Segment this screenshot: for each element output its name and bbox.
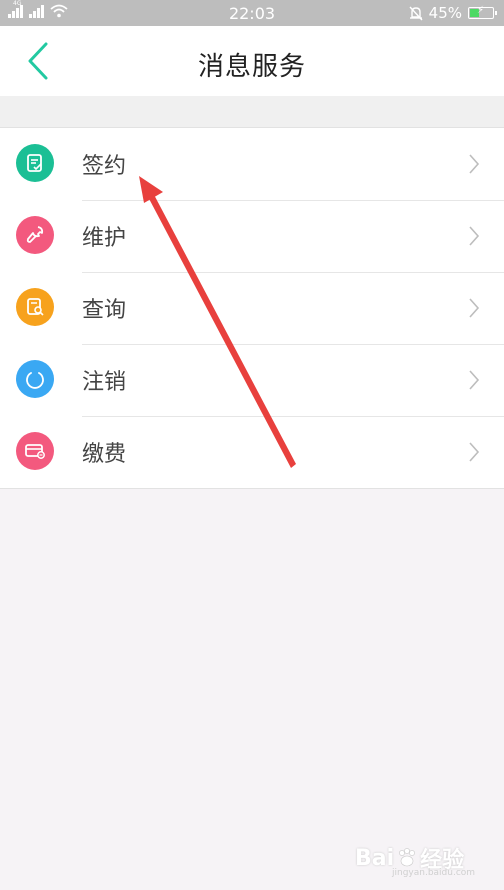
card-payment-icon xyxy=(16,432,54,470)
menu-item-label: 维护 xyxy=(82,226,127,251)
status-bar: 4G 22:03 45% ⚡ xyxy=(0,0,504,26)
charging-icon: ⚡ xyxy=(477,5,485,16)
service-menu: 签约 维护 查询 注销 缴费 xyxy=(0,127,504,489)
contract-icon xyxy=(16,144,54,182)
status-right: 45% ⚡ xyxy=(409,4,497,22)
bell-off-icon xyxy=(409,6,423,20)
chevron-right-icon xyxy=(469,226,480,246)
menu-item-cancel[interactable]: 注销 xyxy=(0,344,504,416)
wrench-icon xyxy=(16,216,54,254)
battery-percent: 45% xyxy=(428,4,462,22)
search-doc-icon xyxy=(16,288,54,326)
menu-item-contract[interactable]: 签约 xyxy=(0,128,504,200)
menu-item-payment[interactable]: 缴费 xyxy=(0,416,504,488)
menu-item-label: 签约 xyxy=(82,154,127,179)
watermark-brand: Bai xyxy=(355,845,395,871)
chevron-right-icon xyxy=(469,154,480,174)
chevron-right-icon xyxy=(469,298,480,318)
app-header: 消息服务 xyxy=(0,26,504,96)
menu-item-label: 查询 xyxy=(82,298,127,323)
chevron-right-icon xyxy=(469,442,480,462)
menu-item-query[interactable]: 查询 xyxy=(0,272,504,344)
menu-item-maintenance[interactable]: 维护 xyxy=(0,200,504,272)
watermark-url: jingyan.baidu.com xyxy=(392,868,476,878)
paw-icon xyxy=(399,848,416,867)
page-title: 消息服务 xyxy=(197,52,306,82)
battery-icon: ⚡ xyxy=(468,5,497,19)
menu-item-label: 注销 xyxy=(82,370,127,395)
menu-item-label: 缴费 xyxy=(82,442,127,467)
section-gap xyxy=(0,96,504,127)
chevron-right-icon xyxy=(469,370,480,390)
power-icon xyxy=(16,360,54,398)
